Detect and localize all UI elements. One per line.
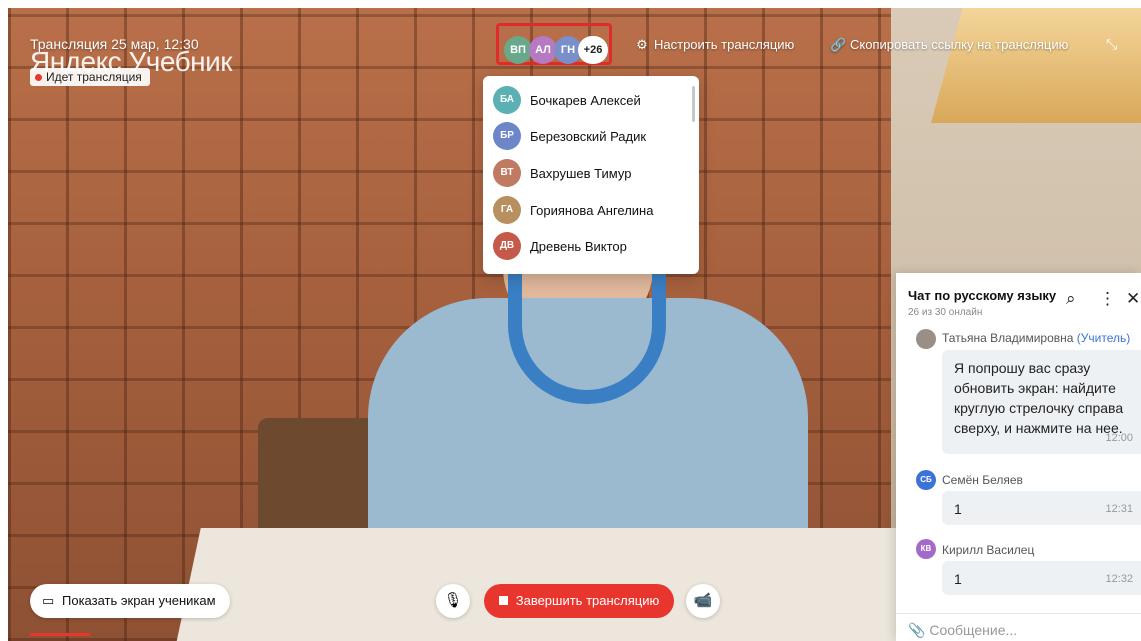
- end-stream-label: Завершить трансляцию: [515, 593, 660, 608]
- link-icon: 🔗: [830, 37, 847, 52]
- paperclip-icon[interactable]: 📎: [908, 622, 925, 638]
- dropdown-scrollbar[interactable]: [692, 86, 695, 122]
- chat-panel: Чат по русскому языку 26 из 30 онлайн ⌕ …: [896, 273, 1141, 641]
- avatar: ВТ: [493, 159, 521, 187]
- participant-list-item[interactable]: ГА Горияновa Ангелина: [493, 196, 689, 226]
- avatar: СБ: [916, 470, 936, 490]
- message-author: Семён Беляев: [942, 473, 1023, 487]
- participant-list-item[interactable]: БА Бочкарев Алексей: [493, 86, 689, 116]
- participant-avatar: ВП: [504, 36, 532, 64]
- participant-name: Горияновa Ангелина: [530, 203, 654, 218]
- message-time: 12:31: [1105, 503, 1133, 515]
- participant-list-item[interactable]: ВТ Вахрушев Тимур: [493, 159, 689, 189]
- divider: [896, 613, 1141, 614]
- message-text: Я попрошу вас сразу обновить экран: найд…: [954, 360, 1124, 436]
- message-time: 12:00: [1105, 432, 1133, 444]
- close-icon[interactable]: ✕: [1126, 289, 1140, 309]
- screen-share-icon: ▭: [42, 593, 55, 608]
- collapse-icon[interactable]: ⤡: [1106, 36, 1117, 53]
- message-bubble: 1 12:32: [942, 561, 1141, 595]
- avatar: ДВ: [493, 232, 521, 260]
- participant-name: Березовский Радик: [530, 129, 647, 144]
- author-role: (Учитель): [1076, 331, 1131, 345]
- avatar: КВ: [916, 539, 936, 559]
- avatar: [916, 329, 936, 349]
- chat-online-count: 26 из 30 онлайн: [908, 307, 983, 318]
- stream-title: Трансляция 25 мар, 12:30: [30, 36, 199, 52]
- live-badge-label: Идет трансляция: [46, 70, 142, 84]
- stop-icon: [498, 596, 508, 605]
- message-placeholder: Сообщение...: [929, 622, 1018, 638]
- chat-title: Чат по русскому языку: [908, 288, 1057, 303]
- settings-button[interactable]: ⚙ Настроить трансляцию: [634, 37, 794, 53]
- copy-link-button[interactable]: 🔗 Скопировать ссылку на трансляцию: [830, 37, 1068, 53]
- message-time: 12:32: [1105, 573, 1133, 585]
- participants-dropdown: БА Бочкарев Алексей БР Березовский Радик…: [483, 76, 699, 274]
- avatar: БА: [493, 86, 521, 114]
- share-screen-button[interactable]: ▭ Показать экран ученикам: [30, 584, 230, 618]
- camera-icon[interactable]: 📹: [686, 584, 720, 618]
- participant-name: Вахрушев Тимур: [530, 166, 632, 181]
- message-text: 1: [954, 571, 962, 587]
- author-name: Татьяна Владимировна: [942, 331, 1074, 345]
- message-bubble: Я попрошу вас сразу обновить экран: найд…: [942, 350, 1141, 454]
- participant-name: Бочкарев Алексей: [530, 93, 641, 108]
- stream-progress: [30, 633, 90, 636]
- microphone-icon[interactable]: 🎙: [436, 584, 470, 618]
- more-participants-count[interactable]: +26: [578, 36, 608, 64]
- participant-list-item[interactable]: БР Березовский Радик: [493, 122, 689, 152]
- participant-name: Древень Виктор: [530, 239, 627, 254]
- live-badge: Идет трансляция: [30, 68, 150, 86]
- end-stream-button[interactable]: Завершить трансляцию: [484, 584, 674, 618]
- message-bubble: 1 12:31: [942, 491, 1141, 525]
- message-author: Кирилл Василец: [942, 543, 1035, 557]
- search-icon[interactable]: ⌕: [1066, 289, 1076, 309]
- settings-label: Настроить трансляцию: [654, 37, 795, 52]
- avatar: ГА: [493, 196, 521, 224]
- lamp-shade: [931, 8, 1141, 123]
- participant-avatar: АЛ: [529, 36, 557, 64]
- message-author: Татьяна Владимировна (Учитель): [942, 331, 1130, 345]
- live-dot-icon: [35, 74, 42, 81]
- copy-link-label: Скопировать ссылку на трансляцию: [850, 37, 1069, 52]
- message-input[interactable]: 📎 Сообщение...: [908, 622, 1017, 639]
- avatar: БР: [493, 122, 521, 150]
- share-screen-label: Показать экран ученикам: [62, 593, 216, 608]
- message-text: 1: [954, 501, 962, 517]
- gear-icon: ⚙: [636, 37, 648, 52]
- participants-bar[interactable]: ВП АЛ ГН +26: [496, 23, 612, 65]
- more-options-icon[interactable]: ⋮: [1099, 289, 1116, 309]
- participant-list-item[interactable]: ДВ Древень Виктор: [493, 232, 689, 262]
